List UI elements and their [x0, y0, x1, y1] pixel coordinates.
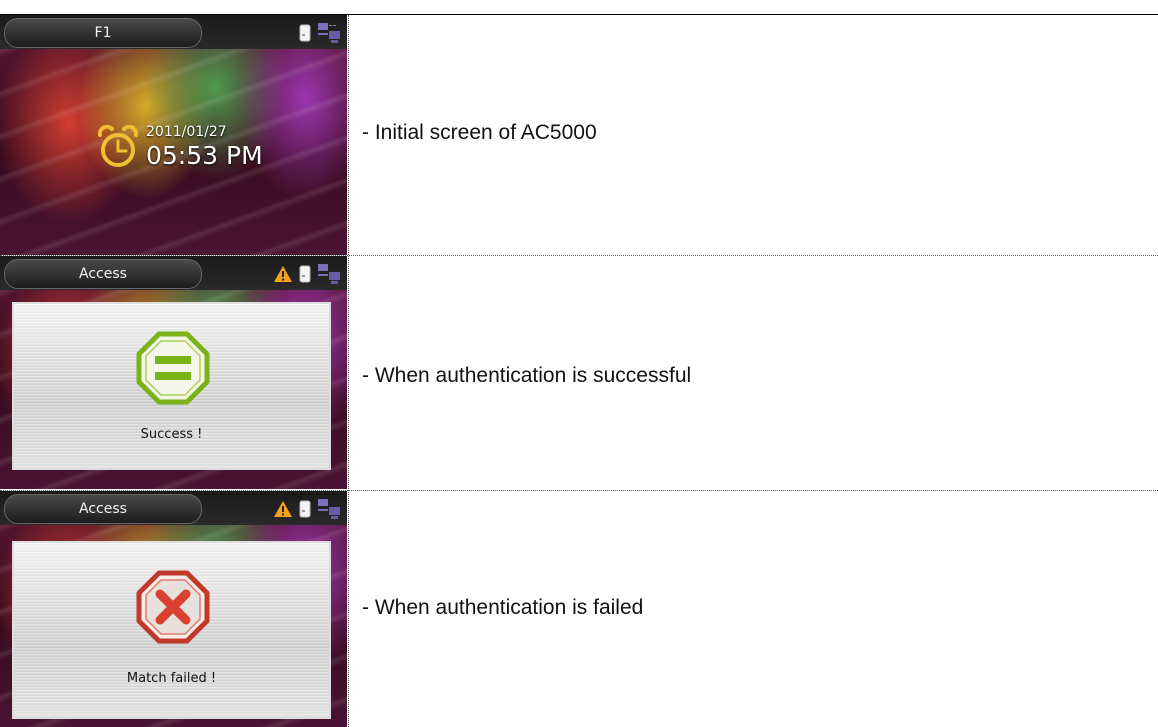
device-screen-initial: F1 2011/01/27 05:53 PM: [0, 15, 347, 255]
result-message: Match failed !: [126, 671, 217, 686]
result-card: Success !: [12, 302, 331, 470]
current-date: 2011/01/27: [146, 124, 227, 140]
result-message: Success !: [140, 427, 203, 442]
warning-icon: [274, 501, 292, 517]
device-screen-success: Access Success !: [0, 256, 347, 489]
caption-initial: - Initial screen of AC5000: [362, 121, 597, 144]
alarm-clock-icon: [97, 125, 139, 167]
screen-tab-label: F1: [4, 18, 202, 48]
device-screen-failed: Access Match failed !: [0, 491, 347, 727]
screen-tab-label: Access: [4, 259, 202, 289]
network-icon: [318, 23, 340, 43]
status-bar: F1: [0, 15, 347, 49]
column-divider: [348, 15, 349, 727]
fail-octagon-icon: [136, 570, 210, 644]
status-bar: Access: [0, 256, 347, 290]
screen-tab-label: Access: [4, 494, 202, 524]
warning-icon: [274, 266, 292, 282]
current-time: 05:53 PM: [146, 141, 263, 170]
status-bar: Access: [0, 491, 347, 525]
card-icon: [299, 265, 311, 283]
network-icon: [318, 264, 340, 284]
result-card: Match failed !: [12, 541, 331, 719]
status-icons: [273, 498, 341, 520]
success-octagon-icon: [136, 331, 210, 405]
caption-failed: - When authentication is failed: [362, 596, 644, 619]
status-icons: [273, 263, 341, 285]
status-icons: [299, 22, 341, 44]
card-icon: [299, 24, 311, 42]
caption-success: - When authentication is successful: [362, 364, 692, 387]
network-icon: [318, 499, 340, 519]
card-icon: [299, 500, 311, 518]
